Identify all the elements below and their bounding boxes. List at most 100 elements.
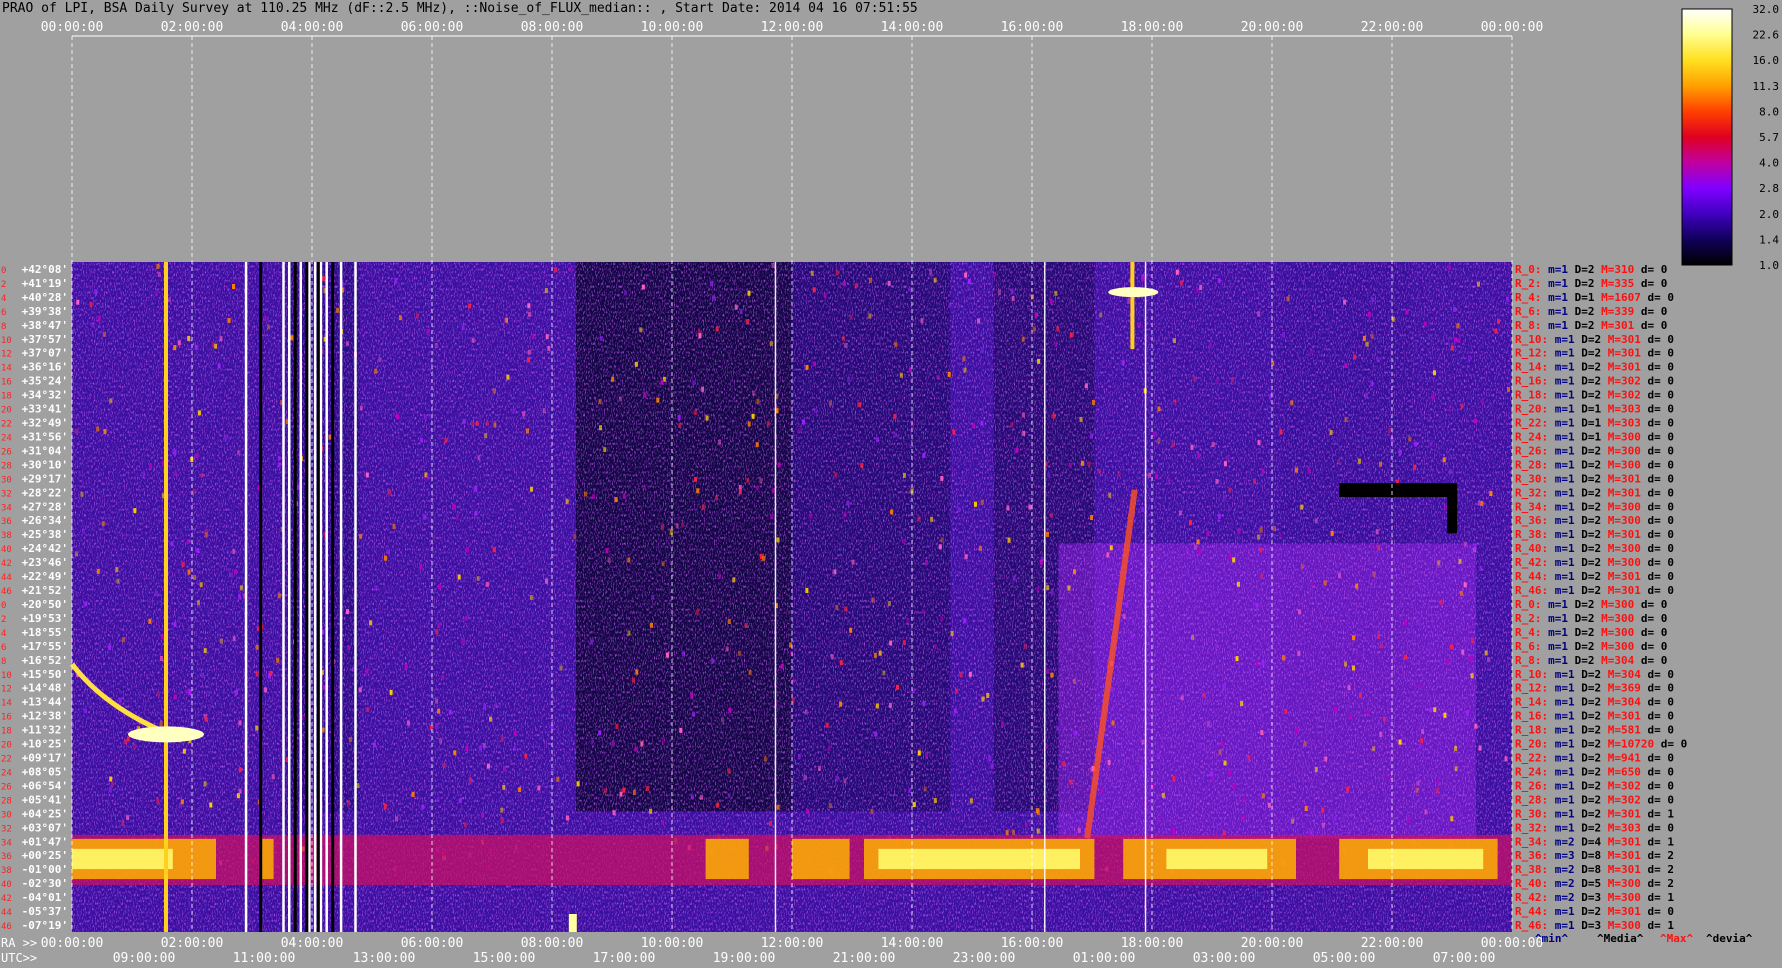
- row-stat-part: M=335: [1595, 277, 1635, 290]
- heatmap-cell: [529, 595, 533, 600]
- beam-number: 18: [1, 392, 12, 402]
- heatmap-cell: [492, 547, 496, 553]
- heatmap-cell: [854, 283, 858, 289]
- declination-label: +17°55': [22, 640, 68, 653]
- row-stat-part: D=2: [1568, 305, 1595, 318]
- heatmap-cell: [1295, 727, 1299, 733]
- heatmap-cell: [154, 291, 158, 297]
- heatmap-cell: [640, 741, 644, 747]
- row-stat-part: m=1: [1542, 626, 1569, 639]
- heatmap-cell: [234, 569, 238, 574]
- heatmap-cell: [678, 423, 682, 428]
- heatmap-cell: [1353, 354, 1357, 360]
- heatmap-cell: [483, 743, 486, 748]
- heatmap-cell: [1343, 299, 1347, 305]
- heatmap-cell: [1235, 656, 1239, 662]
- heatmap-cell: [108, 645, 112, 650]
- heatmap-cell: [777, 462, 781, 468]
- row-stat-part: m=1: [1548, 333, 1575, 346]
- row-stat-part: D=2: [1575, 486, 1602, 499]
- heatmap-cell: [1255, 602, 1259, 608]
- heatmap-cell: [1001, 721, 1005, 727]
- heatmap-cell: [843, 778, 847, 784]
- heatmap-cell: [1222, 683, 1226, 689]
- heatmap-cell: [1377, 545, 1381, 551]
- heatmap-cell: [1062, 761, 1066, 767]
- row-stat-part: m=1: [1548, 375, 1575, 388]
- heatmap-cell: [1180, 280, 1183, 286]
- heatmap-cell: [1046, 668, 1050, 674]
- bright-band-segment: [878, 848, 1080, 870]
- heatmap-cell: [977, 318, 981, 324]
- row-stat-part: D=2: [1575, 514, 1602, 527]
- row-stat-part: M=303: [1601, 403, 1641, 416]
- row-stat-part: M=304: [1595, 654, 1635, 667]
- heatmap-cell: [1079, 417, 1083, 422]
- colorbar-tick-label: 8.0: [1759, 105, 1779, 118]
- beam-number: 34: [1, 503, 12, 513]
- heatmap-cell: [239, 585, 243, 591]
- heatmap-cell: [1435, 788, 1439, 794]
- declination-label: +01°47': [22, 835, 68, 848]
- heatmap-cell: [1010, 289, 1014, 295]
- heatmap-cell: [1077, 827, 1081, 833]
- heatmap-cell: [1158, 817, 1162, 822]
- row-stat-part: D=1: [1575, 403, 1602, 416]
- heatmap-cell: [893, 432, 897, 438]
- heatmap-cell: [1284, 708, 1288, 714]
- heatmap-cell: [345, 341, 349, 347]
- heatmap-cell: [290, 335, 294, 341]
- heatmap-cell: [192, 488, 196, 494]
- heatmap-cell: [474, 486, 478, 492]
- heatmap-cell: [871, 597, 875, 603]
- heatmap-cell: [661, 819, 665, 825]
- row-stat-part: R_20:: [1515, 738, 1548, 751]
- heatmap-cell: [727, 619, 731, 624]
- heatmap-cell: [103, 429, 107, 434]
- heatmap-cell: [1421, 729, 1425, 735]
- black-stripe: [293, 262, 297, 932]
- heatmap-cell: [1457, 337, 1461, 343]
- row-stat-part: m=1: [1548, 542, 1575, 555]
- heatmap-cell: [738, 489, 742, 495]
- heatmap-cell: [1365, 710, 1369, 716]
- row-stat: R_32: m=1 D=2 M=301 d= 0: [1515, 486, 1674, 499]
- heatmap-cell: [1279, 533, 1283, 539]
- heatmap-cell: [200, 472, 204, 478]
- heatmap-cell: [1337, 459, 1340, 465]
- heatmap-cell: [435, 629, 439, 635]
- row-stat-part: m=2: [1548, 863, 1575, 876]
- heatmap-cell: [544, 288, 548, 294]
- heatmap-cell: [1242, 815, 1245, 821]
- declination-label: -01°00': [22, 863, 68, 876]
- heatmap-cell: [228, 572, 232, 578]
- row-stat: R_2: m=1 D=2 M=335 d= 0: [1515, 277, 1667, 290]
- row-stat-part: R_0:: [1515, 598, 1542, 611]
- heatmap-cell: [374, 368, 378, 374]
- heatmap-cell: [1032, 326, 1036, 332]
- heatmap-cell: [457, 574, 461, 580]
- heatmap-cell: [489, 716, 493, 722]
- heatmap-cell: [642, 484, 646, 490]
- declination-label: +34°32': [22, 389, 68, 402]
- heatmap-cell: [661, 738, 665, 743]
- heatmap-cell: [1050, 590, 1054, 596]
- colorbar-tick-label: 2.0: [1759, 208, 1779, 221]
- heatmap-cell: [217, 363, 221, 369]
- heatmap-cell: [1157, 589, 1161, 595]
- beam-number: 22: [1, 420, 12, 430]
- row-stat-part: D=2: [1575, 347, 1602, 360]
- heatmap-cell: [933, 643, 937, 649]
- ra-tick-label: 12:00:00: [761, 936, 824, 951]
- heatmap-cell: [666, 652, 669, 658]
- heatmap-cell: [718, 439, 721, 445]
- heatmap-cell: [187, 569, 191, 575]
- heatmap-cell: [395, 816, 399, 822]
- heatmap-cell: [346, 645, 350, 650]
- row-stat-part: D=2: [1575, 584, 1602, 597]
- row-stat-part: D=2: [1575, 389, 1602, 402]
- white-stripe: [313, 262, 317, 932]
- heatmap-cell: [1261, 793, 1265, 799]
- colorbar-tick-label: 2.8: [1759, 182, 1779, 195]
- heatmap-cell: [1282, 655, 1286, 661]
